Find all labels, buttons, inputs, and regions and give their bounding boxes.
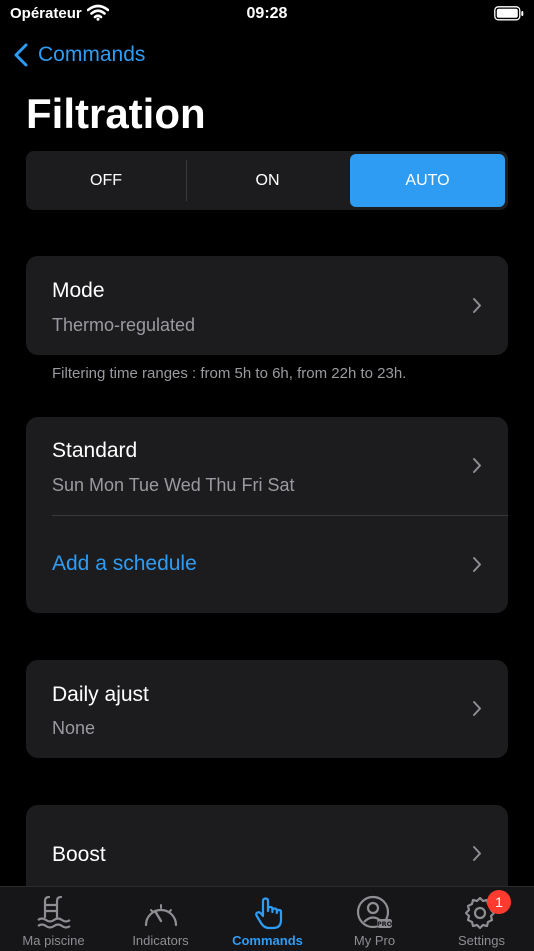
pool-icon (37, 895, 71, 929)
daily-adjust-card: Daily ajust None (26, 660, 508, 758)
daily-adjust-title: Daily ajust (52, 683, 149, 706)
tab-label: Ma piscine (22, 933, 85, 948)
mode-value: Thermo-regulated (52, 315, 196, 335)
boost-title: Boost (52, 843, 106, 866)
mode-card: Mode Thermo-regulated (26, 256, 508, 355)
svg-text:PRO: PRO (377, 920, 393, 928)
schedule-card: Standard Sun Mon Tue Wed Thu Fri Sat Add… (26, 417, 508, 613)
tab-settings[interactable]: 1 Settings (428, 887, 534, 951)
mode-row[interactable]: Mode Thermo-regulated (26, 256, 508, 355)
back-button[interactable]: Commands (14, 40, 145, 70)
tab-bar: Ma piscine Indicators Commands PRO My Pr… (0, 886, 534, 951)
chevron-right-icon (473, 298, 481, 313)
clock: 09:28 (246, 5, 288, 22)
tab-label: My Pro (353, 933, 396, 948)
chevron-right-icon (473, 846, 481, 861)
add-schedule-link: Add a schedule (52, 552, 197, 575)
segment-off[interactable]: OFF (26, 154, 186, 207)
standard-schedule-title: Standard (52, 439, 138, 462)
filtration-mode-segmented-control: OFF ON AUTO (26, 151, 508, 210)
tab-ma-piscine[interactable]: Ma piscine (0, 887, 107, 951)
tab-commands[interactable]: Commands (214, 887, 321, 951)
filtering-time-ranges-note: Filtering time ranges : from 5h to 6h, f… (52, 365, 407, 382)
page-title: Filtration (26, 90, 206, 137)
standard-schedule-row[interactable]: Standard Sun Mon Tue Wed Thu Fri Sat (26, 417, 508, 515)
segment-auto-selected[interactable]: AUTO (350, 154, 505, 207)
daily-adjust-row[interactable]: Daily ajust None (26, 660, 508, 758)
mode-title: Mode (52, 279, 105, 302)
segment-on[interactable]: ON (187, 154, 348, 207)
back-button-label: Commands (38, 43, 146, 66)
chevron-right-icon (473, 701, 481, 716)
chevron-left-icon (14, 43, 28, 67)
pro-avatar-icon: PRO (356, 895, 393, 929)
tab-my-pro[interactable]: PRO My Pro (321, 887, 428, 951)
status-bar: Opérateur 09:28 (0, 0, 534, 30)
tab-indicators[interactable]: Indicators (107, 887, 214, 951)
gauge-icon (144, 904, 178, 927)
daily-adjust-value: None (52, 718, 96, 738)
battery-icon (494, 6, 524, 26)
tab-label: Settings (458, 933, 505, 948)
chevron-right-icon (473, 557, 481, 572)
hand-pointer-icon (255, 897, 283, 930)
chevron-right-icon (473, 458, 481, 473)
tab-label: Indicators (132, 933, 189, 948)
standard-schedule-days: Sun Mon Tue Wed Thu Fri Sat (52, 475, 295, 495)
settings-notification-badge: 1 (487, 890, 511, 914)
tab-label: Commands (232, 933, 303, 948)
add-schedule-row[interactable]: Add a schedule (26, 516, 508, 613)
